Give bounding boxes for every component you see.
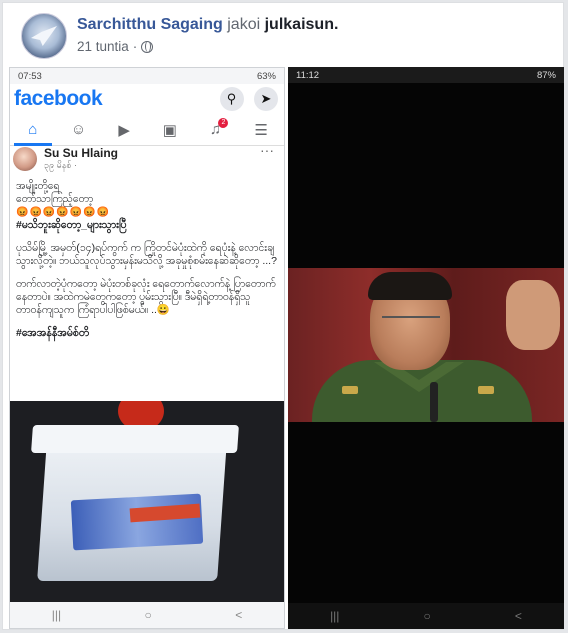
- hashtag-1: #မသိဘူးဆိုတော့_များသွားပြီ: [16, 219, 127, 231]
- home-button: ○: [423, 609, 431, 623]
- home-icon: ⌂: [13, 116, 52, 146]
- bird-icon: [31, 26, 57, 46]
- inner-post-header: Su Su Hlaing ၃၉ မိနစ် · ···: [10, 142, 284, 180]
- right-status-battery: 87%: [536, 69, 556, 81]
- fb-top-bar: facebook ⚲ ➤: [10, 84, 284, 114]
- text-line2: တော်သာကြည့်တော့: [16, 193, 94, 205]
- shared-object-link[interactable]: julkaisun.: [265, 16, 339, 33]
- notification-badge: 2: [218, 117, 229, 128]
- author-avatar[interactable]: [21, 13, 67, 59]
- post-timestamp-link[interactable]: 21 tuntia: [77, 39, 129, 54]
- left-status-time: 07:53: [18, 70, 42, 82]
- speaker-hair: [368, 272, 452, 300]
- shoulder-badge-right: [478, 386, 494, 394]
- shared-verb: jakoi: [227, 16, 261, 33]
- hashtag-2: #အေအန်နီအမ်စ်တိ: [16, 327, 90, 339]
- ballot-box-lid: [31, 425, 239, 453]
- inner-author-name: Su Su Hlaing: [44, 146, 119, 160]
- angry-emoji-row: 😡😡😡😡😡😡😡: [16, 207, 111, 218]
- back-button: <: [235, 608, 243, 622]
- inner-post-time: ၃၉ မိနစ် ·: [44, 160, 77, 170]
- search-icon: ⚲: [219, 87, 244, 111]
- author-name-link[interactable]: Sarchitthu Sagaing: [77, 16, 223, 33]
- bell-icon: ♫ 2: [200, 116, 230, 144]
- right-status-bar: 11:12 87%: [288, 67, 564, 83]
- right-status-time: 11:12: [296, 69, 320, 81]
- back-button: <: [514, 609, 522, 623]
- messenger-icon: ➤: [254, 87, 278, 111]
- paragraph-2: တက်လာတဲ့ပုံကတော့ မဲပုံးတစ်ခုလုံး ရေတောက်…: [16, 278, 276, 316]
- right-android-nav: ||| ○ <: [288, 603, 564, 629]
- ballot-box-photo: [10, 401, 284, 603]
- glasses: [382, 316, 440, 328]
- globe-icon: [141, 40, 154, 53]
- shoulder-badge-left: [342, 386, 358, 394]
- watch-icon: ▶: [118, 121, 130, 139]
- meta-separator: ·: [132, 39, 138, 54]
- author-line: Sarchitthu Sagaing jakoi julkaisun.: [77, 16, 338, 34]
- text-line1: အမျိုးတို့ရေ: [16, 180, 60, 192]
- raised-hand: [506, 280, 560, 350]
- menu-icon: ☰: [254, 121, 268, 139]
- post-card: Sarchitthu Sagaing jakoi julkaisun. 21 t…: [2, 2, 564, 630]
- microphone: [430, 382, 438, 422]
- left-screenshot[interactable]: 07:53 63% facebook ⚲ ➤ ⌂ ☺ ▶ ▣ ♫ 2 ☰ Su S…: [9, 67, 285, 629]
- friends-icon: ☺: [70, 121, 87, 138]
- left-android-nav: ||| ○ <: [10, 602, 284, 628]
- right-screenshot[interactable]: 11:12 87% ||| ○ <: [288, 67, 564, 629]
- post-meta: 21 tuntia ·: [77, 39, 154, 54]
- inner-avatar: [13, 147, 37, 171]
- paragraph-1: ပုသိမ်မြို့ အမှတ်(၁၄)ရပ်ကွက် က ကြိုတင်မဲ…: [16, 242, 277, 267]
- video-still: [288, 268, 564, 422]
- recent-apps-button: |||: [330, 609, 340, 623]
- more-options-icon: ···: [260, 142, 274, 158]
- marketplace-icon: ▣: [162, 121, 177, 139]
- left-status-bar: 07:53 63%: [10, 68, 284, 84]
- home-button: ○: [144, 608, 152, 622]
- fb-nav-tabs: ⌂ ☺ ▶ ▣ ♫ 2 ☰: [10, 114, 284, 146]
- inner-post-text: အမျိုးတို့ရေ တော်သာကြည့်တော့ 😡😡😡😡😡😡😡 #မသ…: [10, 180, 284, 340]
- ballot-box-label: [70, 493, 204, 551]
- left-status-battery: 63%: [256, 70, 276, 82]
- recent-apps-button: |||: [51, 608, 62, 622]
- facebook-logo: facebook: [14, 87, 103, 110]
- post-header: Sarchitthu Sagaing jakoi julkaisun. 21 t…: [17, 11, 547, 61]
